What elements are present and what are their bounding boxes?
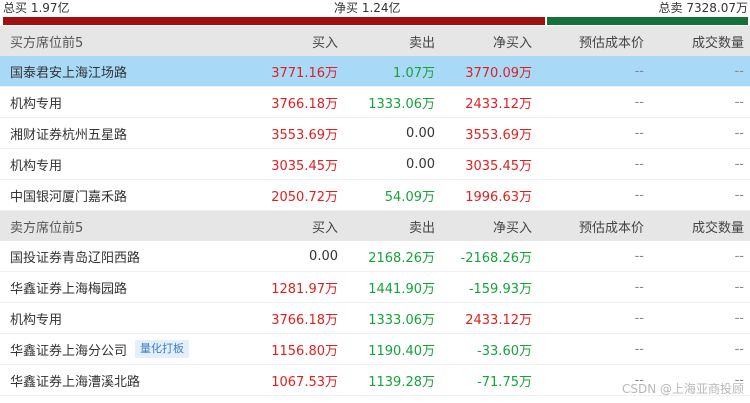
buy-amount: 2050.72万 xyxy=(271,189,338,205)
net-amount: -2168.26万 xyxy=(460,250,532,266)
net-amount: 2433.12万 xyxy=(465,96,532,112)
volume: -- xyxy=(734,341,744,357)
net-buy-label: 净买 1.24亿 xyxy=(334,1,401,15)
buy-amount: 1067.53万 xyxy=(271,374,338,390)
seat-name: 国泰君安上海江场路 xyxy=(10,65,128,81)
sell-amount: 1190.40万 xyxy=(368,343,435,359)
volume: -- xyxy=(734,310,744,326)
sell-ratio-bar xyxy=(547,17,748,25)
seat-name: 机构专用 xyxy=(10,312,63,328)
sell-amount: 1.07万 xyxy=(393,65,435,81)
table-row[interactable]: 国泰君安上海江场路 3771.16万 1.07万 3770.09万 -- -- xyxy=(0,56,750,87)
seat-name: 国投证券青岛辽阳西路 xyxy=(10,250,141,266)
header-sell: 卖出 xyxy=(408,35,435,51)
table-row[interactable]: 湘财证券杭州五星路 3553.69万 0.00 3553.69万 -- -- xyxy=(0,118,750,149)
buy-amount: 3766.18万 xyxy=(271,96,338,112)
sell-amount: 2168.26万 xyxy=(368,250,435,266)
net-amount: -159.93万 xyxy=(468,281,532,297)
seat-name: 中国银河厦门嘉禾路 xyxy=(10,189,128,205)
seat-name: 湘财证券杭州五星路 xyxy=(10,127,128,143)
net-amount: 3770.09万 xyxy=(465,65,532,81)
buy-amount: 1281.97万 xyxy=(271,281,338,297)
header-sell: 卖出 xyxy=(408,220,435,236)
volume: -- xyxy=(734,248,744,264)
sell-amount: 0.00 xyxy=(406,156,435,172)
trade-summary: 总买 1.97亿 净买 1.24亿 总卖 7328.07万 xyxy=(0,0,750,26)
sell-amount: 1333.06万 xyxy=(368,312,435,328)
volume: -- xyxy=(734,63,744,79)
est-cost: -- xyxy=(634,125,644,141)
buy-amount: 1156.80万 xyxy=(271,343,338,359)
header-net: 净买入 xyxy=(492,35,532,51)
watermark: CSDN @上海亚商投顾 xyxy=(621,382,744,396)
buy-amount: 3553.69万 xyxy=(271,127,338,143)
header-volume: 成交数量 xyxy=(691,35,744,51)
net-amount: 1996.63万 xyxy=(465,189,532,205)
sell-amount: 1139.28万 xyxy=(368,374,435,390)
table-row[interactable]: 国投证券青岛辽阳西路 0.00 2168.26万 -2168.26万 -- -- xyxy=(0,241,750,272)
table-row[interactable]: 机构专用 3766.18万 1333.06万 2433.12万 -- -- xyxy=(0,303,750,334)
seat-name: 华鑫证券上海分公司 xyxy=(10,343,128,359)
table-row[interactable]: 机构专用 3035.45万 0.00 3035.45万 -- -- xyxy=(0,149,750,180)
buy-sell-ratio-bar xyxy=(3,17,748,25)
total-buy-label: 总买 1.97亿 xyxy=(3,1,70,15)
buy-ratio-bar xyxy=(3,17,545,25)
est-cost: -- xyxy=(634,310,644,326)
sell-amount: 0.00 xyxy=(406,125,435,141)
header-buy: 买入 xyxy=(311,220,338,236)
seller-seats-table: 卖方席位前5 买入 卖出 净买入 预估成本价 成交数量 国投证券青岛辽阳西路 0… xyxy=(0,211,750,396)
seat-name: 华鑫证券上海梅园路 xyxy=(10,281,128,297)
sell-amount: 1333.06万 xyxy=(368,96,435,112)
est-cost: -- xyxy=(634,63,644,79)
seat-name: 机构专用 xyxy=(10,96,63,112)
sell-amount: 1441.90万 xyxy=(368,281,435,297)
net-amount: -71.75万 xyxy=(477,374,532,390)
volume: -- xyxy=(734,187,744,203)
header-seat: 买方席位前5 xyxy=(10,35,84,51)
net-amount: 3553.69万 xyxy=(465,127,532,143)
volume: -- xyxy=(734,156,744,172)
volume: -- xyxy=(734,125,744,141)
table-row[interactable]: 中国银河厦门嘉禾路 2050.72万 54.09万 1996.63万 -- -- xyxy=(0,180,750,211)
table-row[interactable]: 华鑫证券上海梅园路 1281.97万 1441.90万 -159.93万 -- … xyxy=(0,272,750,303)
seat-name: 机构专用 xyxy=(10,158,63,174)
total-sell-label: 总卖 7328.07万 xyxy=(658,1,748,15)
seat-name: 华鑫证券上海漕溪北路 xyxy=(10,374,141,390)
buy-amount: 3035.45万 xyxy=(271,158,338,174)
net-amount: -33.60万 xyxy=(477,343,532,359)
header-buy: 买入 xyxy=(311,35,338,51)
table-row[interactable]: 华鑫证券上海分公司 量化打板 1156.80万 1190.40万 -33.60万… xyxy=(0,334,750,365)
net-amount: 3035.45万 xyxy=(465,158,532,174)
buyer-table-header: 买方席位前5 买入 卖出 净买入 预估成本价 成交数量 xyxy=(0,26,750,56)
buy-amount: 3766.18万 xyxy=(271,312,338,328)
net-amount: 2433.12万 xyxy=(465,312,532,328)
volume: -- xyxy=(734,94,744,110)
buy-amount: 3771.16万 xyxy=(271,65,338,81)
est-cost: -- xyxy=(634,248,644,264)
header-cost: 预估成本价 xyxy=(578,35,644,51)
header-volume: 成交数量 xyxy=(691,220,744,236)
header-cost: 预估成本价 xyxy=(578,220,644,236)
volume: -- xyxy=(734,279,744,295)
est-cost: -- xyxy=(634,341,644,357)
buyer-seats-table: 买方席位前5 买入 卖出 净买入 预估成本价 成交数量 国泰君安上海江场路 37… xyxy=(0,26,750,211)
table-row[interactable]: 机构专用 3766.18万 1333.06万 2433.12万 -- -- xyxy=(0,87,750,118)
est-cost: -- xyxy=(634,279,644,295)
buy-amount: 0.00 xyxy=(309,248,338,264)
quant-tag[interactable]: 量化打板 xyxy=(135,340,190,358)
seller-table-header: 卖方席位前5 买入 卖出 净买入 预估成本价 成交数量 xyxy=(0,211,750,241)
seat-name-cell: 华鑫证券上海分公司 量化打板 xyxy=(0,340,245,359)
sell-amount: 54.09万 xyxy=(384,189,435,205)
est-cost: -- xyxy=(634,187,644,203)
est-cost: -- xyxy=(634,94,644,110)
header-net: 净买入 xyxy=(492,220,532,236)
header-seat: 卖方席位前5 xyxy=(10,220,84,236)
est-cost: -- xyxy=(634,156,644,172)
